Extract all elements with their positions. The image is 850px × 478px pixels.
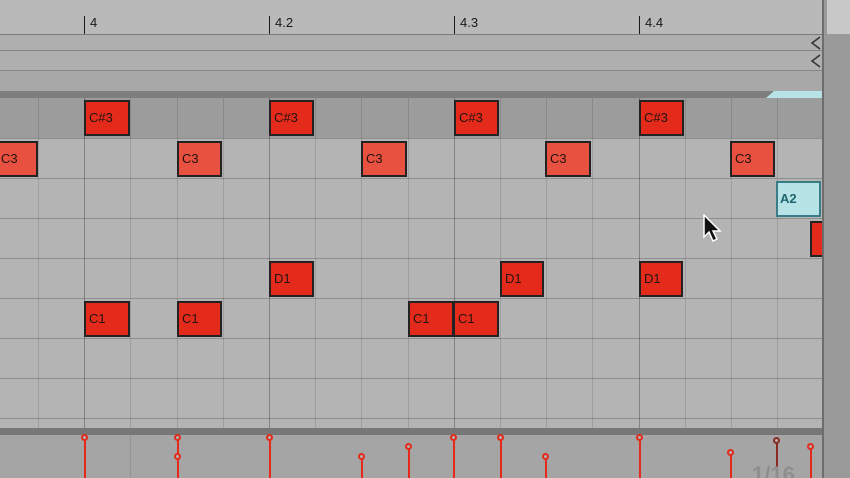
velocity-handle[interactable] [358,453,365,460]
velocity-handle[interactable] [497,434,504,441]
midi-note[interactable]: C#3 [84,100,130,136]
midi-note[interactable]: C1 [84,301,130,337]
midi-note[interactable]: D1 [500,261,544,297]
midi-note[interactable]: D1 [269,261,314,297]
mouse-pointer-icon [703,214,722,243]
key-row-a2[interactable] [0,218,822,258]
ruler-label-4-2: 4.2 [275,15,294,30]
midi-note[interactable]: C3 [0,141,38,177]
grid-line [38,98,39,428]
lane-divider [0,91,822,98]
grid-line-beat [84,98,85,428]
ruler-label-4: 4 [90,15,98,30]
velocity-stem[interactable] [639,438,641,478]
midi-note-partial[interactable] [810,221,822,257]
velocity-handle[interactable] [542,453,549,460]
midi-note[interactable]: C3 [730,141,775,177]
ruler-label-4-4: 4.4 [645,15,664,30]
midi-note[interactable]: C#3 [269,100,314,136]
row-separator [0,298,822,299]
velocity-handle[interactable] [81,434,88,441]
velocity-handle-selected[interactable] [773,437,780,444]
midi-note[interactable]: D1 [639,261,683,297]
row-separator [0,138,822,139]
row-separator [0,178,822,179]
midi-note[interactable]: C#3 [639,100,684,136]
key-row-b2[interactable] [0,178,822,218]
velocity-stem[interactable] [730,453,732,478]
key-row-d1[interactable] [0,258,822,298]
scrub-area[interactable] [0,71,822,91]
velocity-handle[interactable] [174,434,181,441]
midi-note[interactable]: C1 [408,301,454,337]
midi-note[interactable]: C#3 [454,100,499,136]
key-row-c3[interactable] [0,138,822,178]
midi-note[interactable]: C1 [177,301,222,337]
velocity-handle[interactable] [405,443,412,450]
key-row-g0[interactable] [0,418,822,428]
velocity-lane-divider[interactable] [0,428,822,435]
velocity-handle[interactable] [807,443,814,450]
velocity-handle[interactable] [636,434,643,441]
midi-note-selected[interactable]: A2 [776,181,821,217]
grid-line [130,98,131,428]
ruler-tick [84,16,85,34]
velocity-stem[interactable] [408,446,410,478]
row-separator [0,338,822,339]
vertical-scrollbar[interactable] [822,0,850,478]
scrollbar-corner [827,0,850,34]
timeline-ruler[interactable]: 4 4.2 4.3 4.4 [0,0,822,35]
loop-brace-lane[interactable] [0,35,822,51]
loop-brace-icon[interactable] [806,36,822,70]
ruler-label-4-3: 4.3 [460,15,479,30]
velocity-stem[interactable] [269,438,271,478]
velocity-stem[interactable] [453,438,455,478]
velocity-handle[interactable] [174,453,181,460]
velocity-handle[interactable] [727,449,734,456]
grid-line [223,98,224,428]
velocity-handle[interactable] [450,434,457,441]
row-separator [0,378,822,379]
grid-line-beat [454,98,455,428]
velocity-stem[interactable] [500,438,502,478]
row-separator [0,258,822,259]
ruler-tick [639,16,640,34]
midi-note[interactable]: C1 [453,301,499,337]
velocity-stem[interactable] [84,438,86,478]
grid-line [777,98,778,428]
grid-resolution-label: 1/16 [752,462,795,478]
grid-line [685,98,686,428]
velocity-lane[interactable] [0,434,822,478]
row-separator [0,218,822,219]
row-separator [0,418,822,419]
key-row-a0[interactable] [0,378,822,418]
key-row-b0[interactable] [0,338,822,378]
start-end-marker-lane[interactable] [0,51,822,71]
grid-line [592,98,593,428]
ruler-tick [269,16,270,34]
grid-line [315,98,316,428]
midi-note-editor[interactable]: 4 4.2 4.3 4.4 C#3 C#3 C#3 C#3 C3 C3 C3 C… [0,0,850,478]
grid-line [408,98,409,428]
midi-note[interactable]: C3 [545,141,591,177]
velocity-stem[interactable] [810,446,812,478]
ruler-tick [454,16,455,34]
midi-note[interactable]: C3 [177,141,222,177]
midi-note[interactable]: C3 [361,141,407,177]
velocity-handle[interactable] [266,434,273,441]
